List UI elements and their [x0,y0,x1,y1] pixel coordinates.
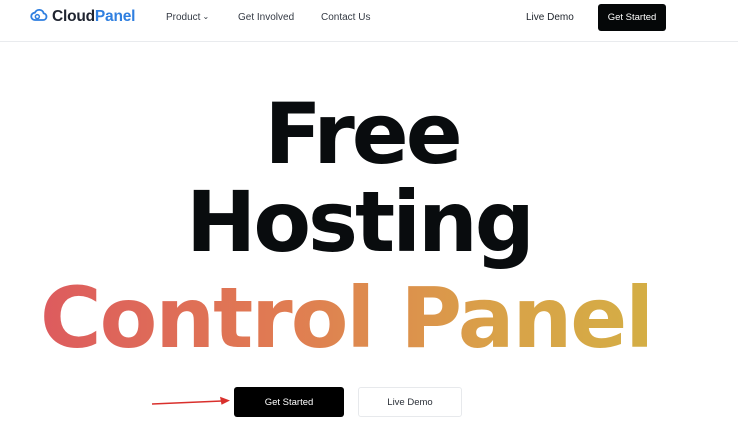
nav-item-label: Product [166,12,201,23]
brand-name-part1: Cloud [52,8,95,25]
hero-gradient-text: Control Panel [39,269,654,367]
nav-item-product[interactable]: Product ⌄ [166,12,209,23]
header-live-demo-link[interactable]: Live Demo [526,12,574,23]
hero-title-line2: Hosting [186,173,535,271]
cloud-logo-icon [29,5,49,30]
header-get-started-button[interactable]: Get Started [598,4,666,31]
hero-title-line3: Control Panel [0,276,738,360]
live-demo-button[interactable]: Live Demo [358,387,462,417]
brand-logo[interactable]: CloudPanel [29,6,135,28]
chevron-down-icon: ⌄ [202,12,210,21]
get-started-button[interactable]: Get Started [234,387,344,417]
nav-item-contact-us[interactable]: Contact Us [321,12,370,23]
hero-title-line1: Free [264,85,462,183]
red-arrow-icon [151,396,230,405]
site-header: CloudPanel Product ⌄ Get Involved Contact… [0,0,738,42]
page: CloudPanel Product ⌄ Get Involved Contact… [0,0,738,428]
brand-name: CloudPanel [52,8,135,26]
nav-item-get-involved[interactable]: Get Involved [238,12,294,23]
brand-name-part2: Panel [94,8,136,25]
